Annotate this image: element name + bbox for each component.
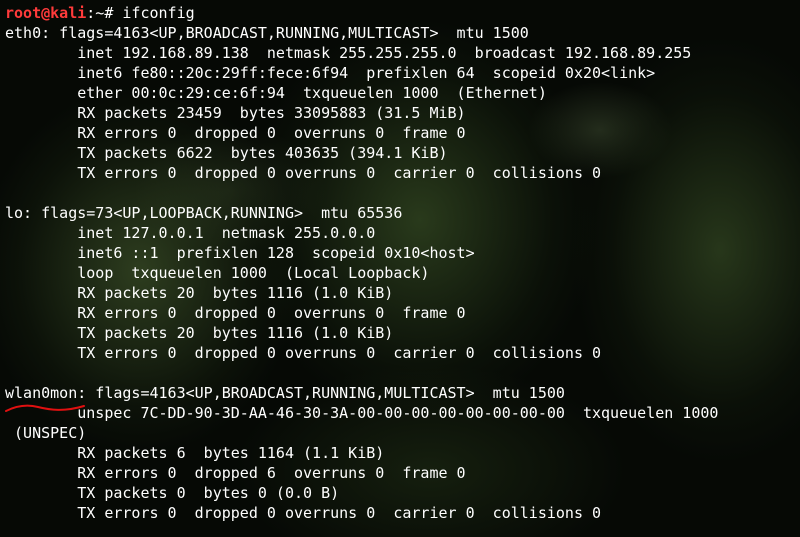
output-line: (UNSPEC) [5,424,87,442]
output-line: inet6 fe80::20c:29ff:fece:6f94 prefixlen… [5,64,656,82]
output-line: wlan0mon: flags=4163<UP,BROADCAST,RUNNIN… [5,384,565,402]
output-line: unspec 7C-DD-90-3D-AA-46-30-3A-00-00-00-… [5,404,719,422]
output-line: TX packets 0 bytes 0 (0.0 B) [5,484,340,502]
prompt-line: root@kali:~# ifconfig [5,3,195,23]
output-line: ether 00:0c:29:ce:6f:94 txqueuelen 1000 … [5,84,547,102]
output-line: RX errors 0 dropped 0 overruns 0 frame 0 [5,304,466,322]
prompt-user-host: root@kali [5,4,87,22]
output-line: TX packets 6622 bytes 403635 (394.1 KiB) [5,144,448,162]
output-line: TX errors 0 dropped 0 overruns 0 carrier… [5,164,602,182]
output-line: inet6 ::1 prefixlen 128 scopeid 0x10<hos… [5,244,475,262]
output-line: inet 127.0.0.1 netmask 255.0.0.0 [5,224,376,242]
output-line: lo: flags=73<UP,LOOPBACK,RUNNING> mtu 65… [5,204,403,222]
output-line: RX packets 20 bytes 1116 (1.0 KiB) [5,284,394,302]
output-line: loop txqueuelen 1000 (Local Loopback) [5,264,430,282]
command-text: ifconfig [113,4,195,22]
prompt-path: :~# [86,4,114,22]
output-line: TX errors 0 dropped 0 overruns 0 carrier… [5,344,602,362]
terminal-window[interactable]: root@kali:~# ifconfig eth0: flags=4163<U… [0,0,800,537]
output-line: inet 192.168.89.138 netmask 255.255.255.… [5,44,692,62]
output-line: TX errors 0 dropped 0 overruns 0 carrier… [5,504,602,522]
red-underline-annotation [5,404,85,412]
output-line: eth0: flags=4163<UP,BROADCAST,RUNNING,MU… [5,24,529,42]
output-line: TX packets 20 bytes 1116 (1.0 KiB) [5,324,394,342]
output-line: RX errors 0 dropped 0 overruns 0 frame 0 [5,124,466,142]
output-line: RX packets 6 bytes 1164 (1.1 KiB) [5,444,385,462]
output-line: RX errors 0 dropped 6 overruns 0 frame 0 [5,464,466,482]
output-line: RX packets 23459 bytes 33095883 (31.5 Mi… [5,104,466,122]
